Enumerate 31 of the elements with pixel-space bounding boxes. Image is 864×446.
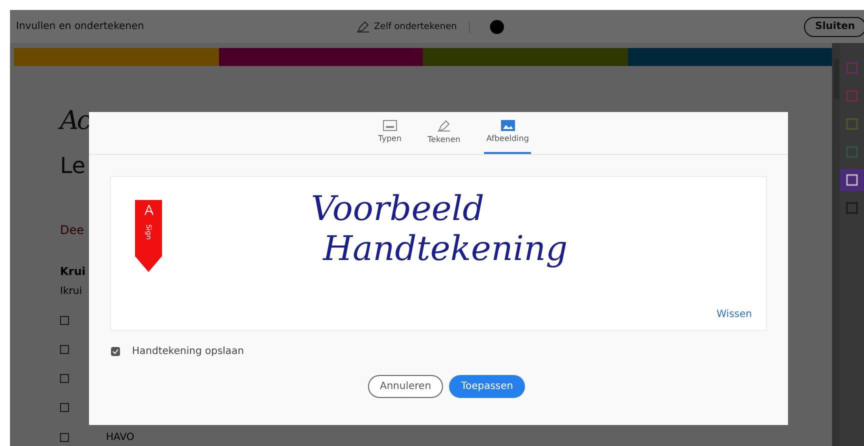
pen-icon bbox=[356, 20, 370, 32]
signature-image: Voorbeeld Handtekening bbox=[311, 189, 568, 269]
question-text: Krui bbox=[60, 265, 86, 278]
save-signature-checkbox[interactable]: Handtekening opslaan bbox=[111, 346, 244, 357]
instruction-text: Ikrui bbox=[60, 286, 82, 297]
pen-icon bbox=[436, 120, 451, 132]
cancel-button[interactable]: Annuleren bbox=[368, 375, 444, 398]
option-label: HAVO bbox=[106, 432, 134, 443]
image-icon bbox=[500, 120, 515, 131]
toolbar-title: Invullen en ondertekenen bbox=[16, 21, 145, 32]
document-subheading: Le bbox=[60, 154, 86, 179]
keyboard-icon bbox=[382, 120, 397, 131]
checkmark-icon bbox=[112, 348, 119, 355]
clear-link[interactable]: Wissen bbox=[716, 309, 752, 320]
section-title: Dee bbox=[60, 223, 84, 237]
checkbox[interactable] bbox=[60, 345, 69, 354]
checkbox[interactable] bbox=[60, 316, 69, 325]
scrollbar-thumb[interactable] bbox=[834, 59, 838, 99]
tab[interactable]: Afbeelding bbox=[484, 112, 531, 154]
checkbox[interactable] bbox=[60, 403, 69, 412]
close-button[interactable]: Sluiten bbox=[804, 16, 864, 36]
checkbox[interactable] bbox=[60, 374, 69, 383]
color-dot[interactable] bbox=[490, 20, 504, 34]
tab[interactable]: Tekenen bbox=[426, 112, 462, 154]
sidebar-tool[interactable] bbox=[840, 169, 864, 191]
checkbox[interactable] bbox=[60, 433, 69, 442]
document-heading: Ac bbox=[60, 106, 90, 136]
apply-button[interactable]: Toepassen bbox=[449, 375, 526, 398]
logo-icon bbox=[144, 204, 154, 216]
sign-tool-label[interactable]: Zelf ondertekenen bbox=[374, 22, 457, 32]
tab[interactable]: Typen bbox=[376, 112, 404, 154]
